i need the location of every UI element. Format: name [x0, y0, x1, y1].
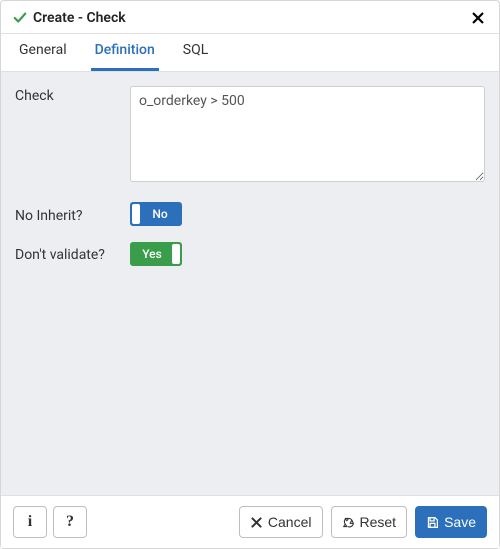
toggle-label: Yes	[132, 248, 172, 260]
label-no-inherit: No Inherit?	[15, 206, 130, 224]
check-icon	[13, 11, 27, 25]
save-icon	[426, 516, 439, 529]
label-check: Check	[15, 86, 130, 104]
dialog-footer: i ? Cancel Reset Save	[1, 495, 499, 548]
row-no-inherit: No Inherit? No	[15, 202, 485, 228]
tab-sql[interactable]: SQL	[179, 34, 212, 71]
close-icon	[471, 11, 485, 25]
row-check: Check	[15, 86, 485, 186]
save-label: Save	[444, 514, 476, 530]
info-button[interactable]: i	[13, 506, 47, 538]
control-no-inherit: No	[130, 202, 485, 228]
toggle-knob	[172, 244, 180, 264]
cancel-button[interactable]: Cancel	[239, 506, 323, 538]
recycle-icon	[342, 516, 355, 529]
control-check	[130, 86, 485, 186]
dialog-title: Create - Check	[33, 10, 126, 26]
tab-bar: General Definition SQL	[1, 34, 499, 72]
reset-label: Reset	[360, 514, 397, 530]
toggle-no-inherit[interactable]: No	[130, 202, 182, 226]
row-dont-validate: Don't validate? Yes	[15, 242, 485, 266]
help-icon: ?	[66, 513, 74, 531]
tab-definition[interactable]: Definition	[91, 34, 159, 71]
footer-left: i ?	[13, 506, 87, 538]
reset-button[interactable]: Reset	[331, 506, 408, 538]
save-button[interactable]: Save	[415, 506, 487, 538]
check-input[interactable]	[130, 86, 485, 182]
info-icon: i	[28, 513, 32, 531]
toggle-label: No	[140, 208, 180, 220]
toggle-dont-validate[interactable]: Yes	[130, 242, 182, 266]
toggle-knob	[132, 204, 140, 224]
dialog-body: Check No Inherit? No Don't validate? Yes	[1, 72, 499, 495]
dialog-title-group: Create - Check	[13, 10, 126, 26]
tab-general[interactable]: General	[15, 34, 71, 71]
help-button[interactable]: ?	[53, 506, 87, 538]
cancel-label: Cancel	[268, 514, 312, 530]
cancel-icon	[250, 516, 263, 529]
close-button[interactable]	[469, 9, 487, 27]
control-dont-validate: Yes	[130, 242, 485, 266]
label-dont-validate: Don't validate?	[15, 245, 130, 263]
footer-right: Cancel Reset Save	[239, 506, 487, 538]
dialog-header: Create - Check	[1, 1, 499, 34]
